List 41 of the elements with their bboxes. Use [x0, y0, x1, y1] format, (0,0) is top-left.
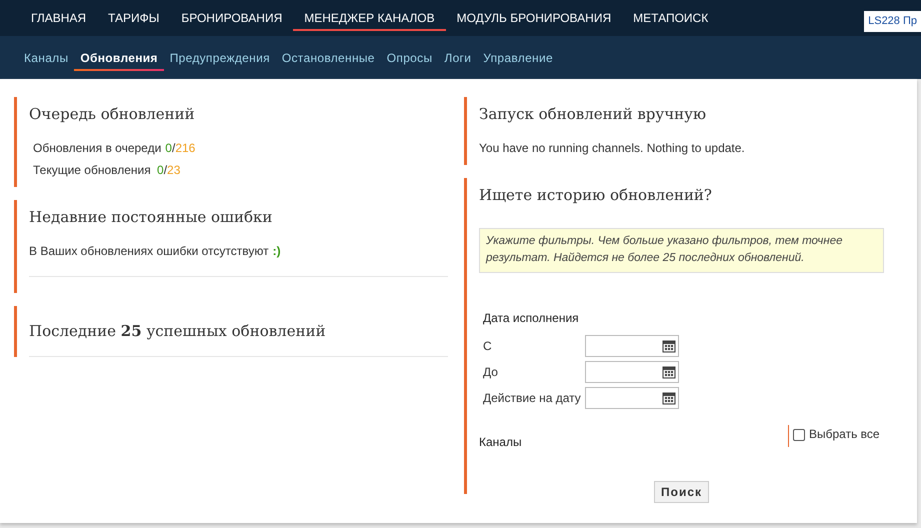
count-value: 0/23 — [157, 162, 180, 179]
calendar-icon[interactable] — [662, 390, 676, 404]
sub-nav-tab[interactable]: Опросы — [380, 36, 438, 79]
channels-label: Каналы — [479, 434, 522, 450]
sub-nav-tab[interactable]: Обновления — [74, 36, 164, 79]
section-title: Очередь обновлений — [29, 105, 196, 123]
date-field[interactable] — [585, 334, 679, 356]
nav-tab[interactable]: МЕНЕДЖЕР КАНАЛОВ — [293, 1, 446, 31]
checkbox-label: Выбрать все — [809, 426, 880, 442]
sub-nav-tab[interactable]: Предупреждения — [164, 36, 276, 79]
sub-nav-tab[interactable]: Логи — [438, 36, 478, 79]
section-title: Последние 25 успешных обновлений — [29, 322, 448, 357]
date-field[interactable] — [585, 386, 679, 408]
nav-tab[interactable]: ГЛАВНАЯ — [20, 0, 98, 36]
sub-nav-tab[interactable]: Остановленные — [276, 36, 381, 79]
section-title: Недавние постоянные ошибки — [29, 208, 274, 226]
account-label[interactable]: LS228 Пр — [864, 11, 921, 32]
nav-tab[interactable]: МЕТАПОИСК — [622, 0, 720, 36]
message-text: You have no running channels. Nothing to update. — [479, 140, 746, 157]
row-label: Обновления в очереди — [33, 140, 162, 157]
row-label: Текущие обновления — [33, 162, 152, 179]
search-button[interactable]: Поиск — [654, 480, 709, 502]
hint-text: Укажите фильтры. Чем больше указано фильтров, тем точнее результат. Найдется не более 25 последних обновлений. — [479, 228, 884, 272]
field-label: С — [483, 338, 493, 354]
nav-tab[interactable]: МОДУЛЬ БРОНИРОВАНИЯ — [446, 0, 622, 36]
section-title: Ищете историю обновлений? — [479, 186, 713, 204]
nav-tab[interactable]: ТАРИФЫ — [97, 0, 170, 36]
sub-nav-tab[interactable]: Каналы — [18, 36, 74, 79]
smiley-text: :) — [272, 243, 281, 260]
nav-tab[interactable]: БРОНИРОВАНИЯ — [170, 0, 294, 36]
group-label: Дата исполнения — [483, 310, 580, 326]
sub-nav-tab[interactable]: Управление — [477, 36, 559, 79]
count-value: 0/216 — [165, 140, 196, 157]
section-title: Запуск обновлений вручную — [479, 105, 708, 123]
calendar-icon[interactable] — [662, 364, 676, 378]
field-label: До — [483, 364, 499, 380]
field-label: Действие на дату — [483, 390, 582, 406]
date-field[interactable] — [585, 360, 679, 382]
message-text: В Ваших обновлениях ошибки отсутствуют — [29, 243, 269, 260]
checkbox[interactable] — [793, 428, 805, 440]
calendar-icon[interactable] — [662, 338, 676, 352]
